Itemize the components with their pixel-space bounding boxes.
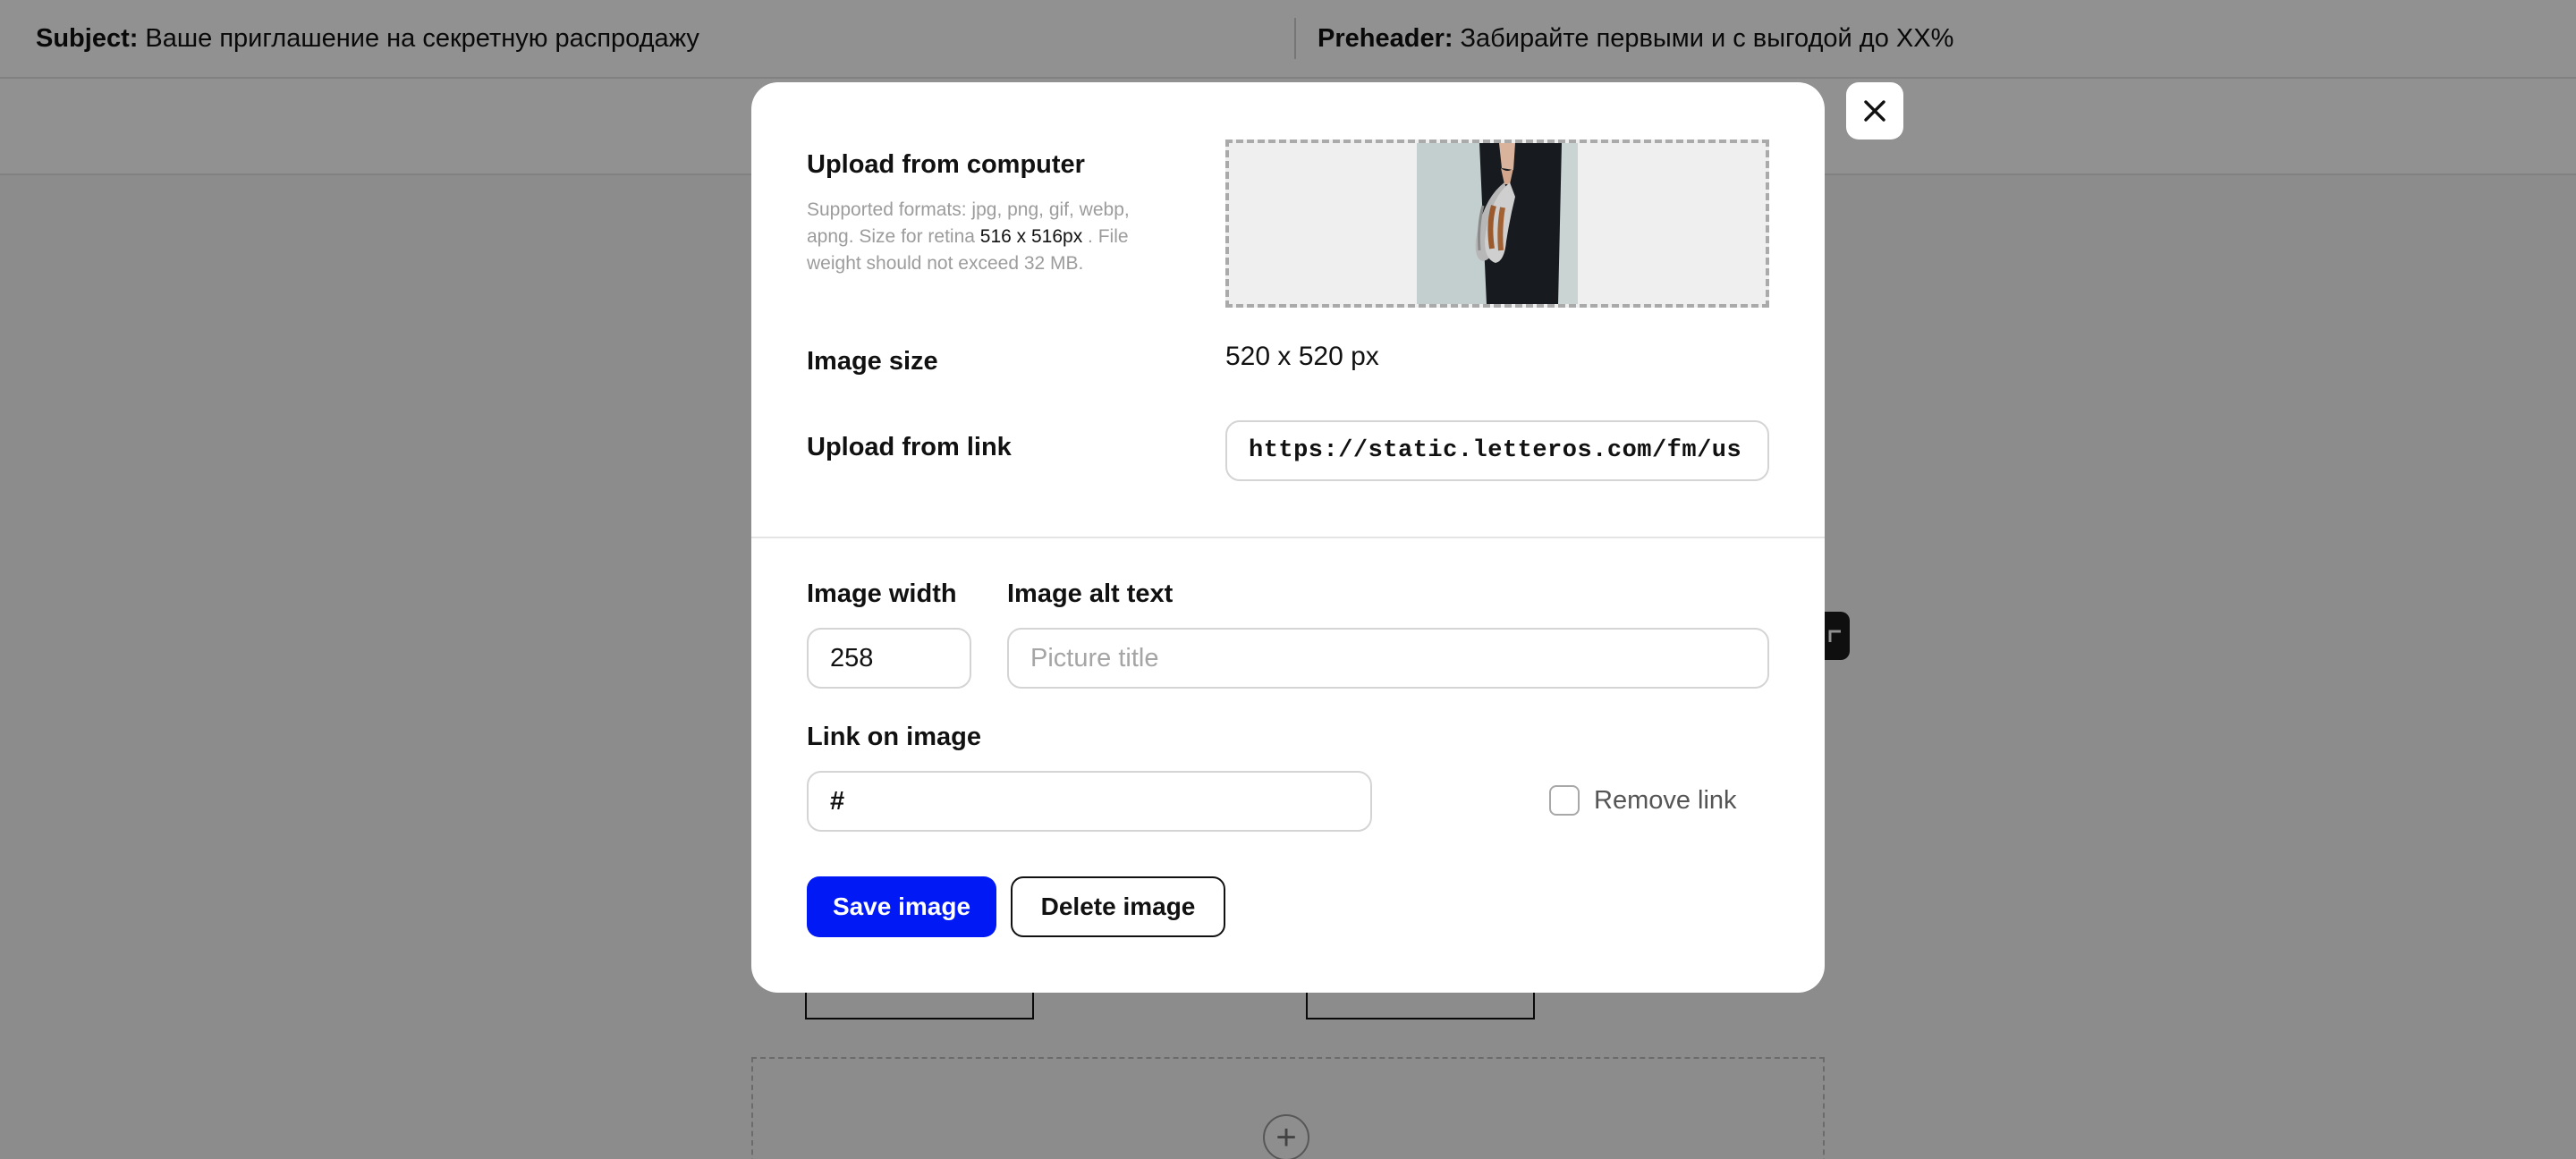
remove-link-label: Remove link — [1594, 785, 1737, 815]
alt-text-input[interactable] — [1007, 628, 1769, 689]
delete-image-button[interactable]: Delete image — [1011, 876, 1225, 937]
upload-from-link-label: Upload from link — [807, 433, 1012, 461]
hint-retina-size: 516 x 516px — [979, 226, 1083, 247]
image-url-input[interactable] — [1225, 420, 1769, 481]
image-size-label: Image size — [807, 347, 938, 376]
image-link-input[interactable] — [807, 771, 1372, 832]
close-modal-button[interactable] — [1846, 82, 1903, 140]
save-image-button[interactable]: Save image — [807, 876, 996, 937]
link-on-image-label: Link on image — [807, 723, 981, 751]
image-width-label: Image width — [807, 580, 957, 608]
remove-link-toggle[interactable]: Remove link — [1549, 785, 1737, 816]
modal-divider — [751, 537, 1825, 538]
remove-link-checkbox[interactable] — [1549, 785, 1580, 816]
image-size-value: 520 x 520 px — [1225, 342, 1379, 371]
image-width-input[interactable] — [807, 628, 971, 689]
close-icon — [1864, 100, 1885, 122]
image-upload-dropzone[interactable] — [1225, 140, 1769, 308]
alt-text-label: Image alt text — [1007, 580, 1174, 608]
image-thumbnail — [1417, 143, 1578, 304]
image-settings-modal: Upload from computer Supported formats: … — [751, 82, 1825, 993]
upload-from-computer-label: Upload from computer — [807, 150, 1085, 179]
upload-hint: Supported formats: jpg, png, gif, webp, … — [807, 197, 1165, 277]
